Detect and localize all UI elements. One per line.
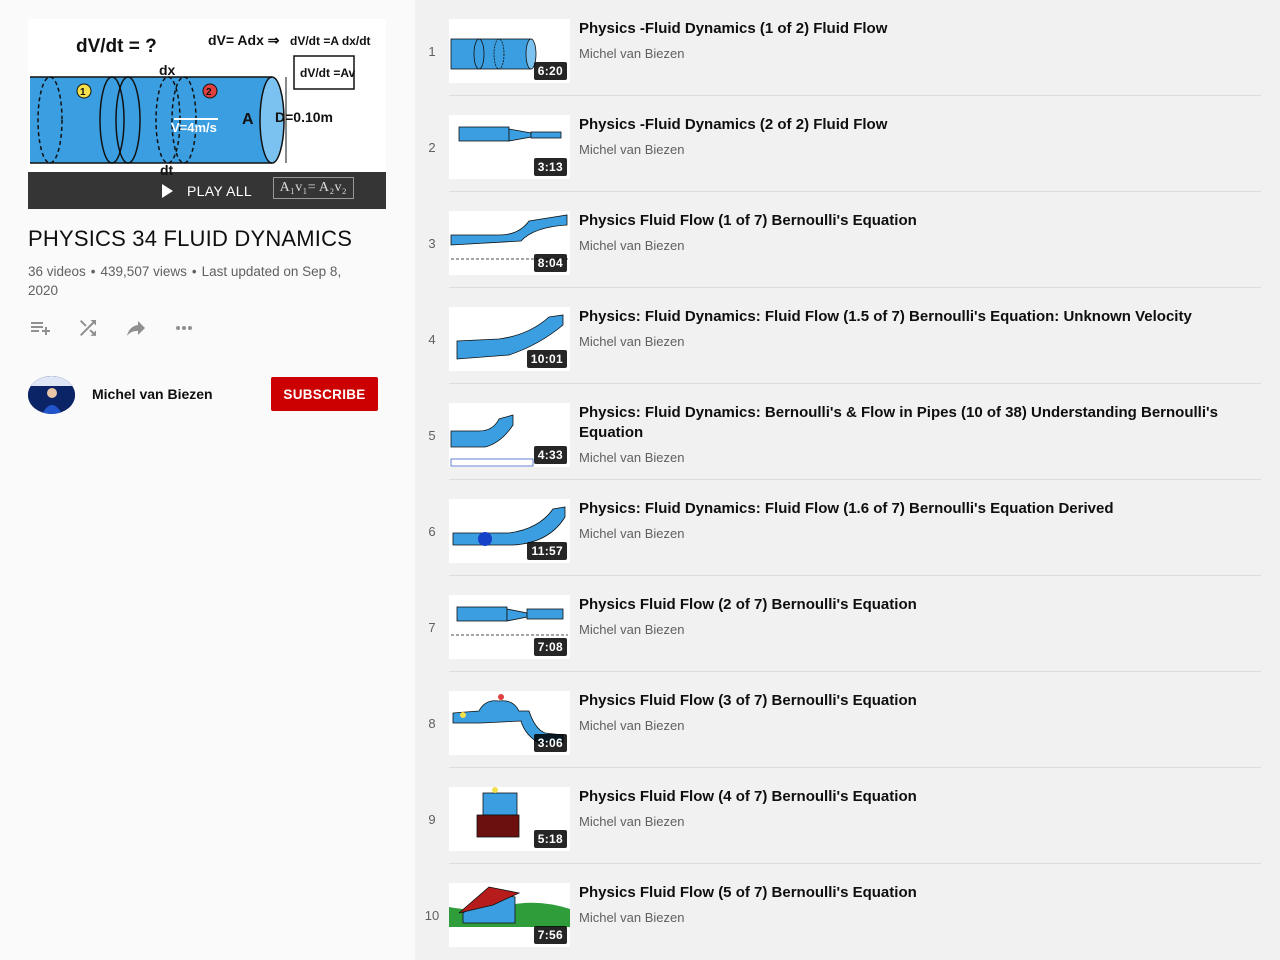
channel-name[interactable]: Michel van Biezen [92,386,213,402]
video-duration: 5:18 [533,830,567,848]
shuffle-icon [80,320,96,336]
video-channel[interactable]: Michel van Biezen [579,814,685,829]
video-index: 9 [428,812,436,827]
video-thumbnail[interactable]: 11:57 [449,499,570,563]
hero-dx: dx [159,62,176,78]
video-channel[interactable]: Michel van Biezen [579,450,685,465]
video-index: 4 [428,332,436,347]
more-button[interactable] [172,316,220,340]
video-thumbnail[interactable]: 10:01 [449,307,570,371]
video-index: 10 [424,908,440,923]
video-title[interactable]: Physics: Fluid Dynamics: Fluid Flow (1.6… [579,499,1229,519]
video-channel[interactable]: Michel van Biezen [579,622,685,637]
video-channel[interactable]: Michel van Biezen [579,238,685,253]
avatar-image [28,376,75,414]
video-title[interactable]: Physics -Fluid Dynamics (1 of 2) Fluid F… [579,19,1229,39]
video-title[interactable]: Physics Fluid Flow (4 of 7) Bernoulli's … [579,787,1229,807]
video-thumbnail[interactable]: 3:13 [449,115,570,179]
video-index: 7 [428,620,436,635]
playlist-video-row[interactable]: 8 3:06 Physics Fluid Flow (3 of 7) Berno… [415,672,1261,768]
playlist-title: PHYSICS 34 FLUID DYNAMICS [28,226,353,251]
play-icon [162,183,174,198]
video-title[interactable]: Physics: Fluid Dynamics: Fluid Flow (1.5… [579,307,1229,327]
video-channel[interactable]: Michel van Biezen [579,46,685,61]
playlist-owner: Michel van Biezen SUBSCRIBE [28,376,378,414]
video-thumbnail[interactable]: 3:06 [449,691,570,755]
playlist-video-row[interactable]: 6 11:57 Physics: Fluid Dynamics: Fluid F… [415,480,1261,576]
video-index: 5 [428,428,436,443]
video-index: 2 [428,140,436,155]
playlist-video-row[interactable]: 9 5:18 Physics Fluid Flow (4 of 7) Berno… [415,768,1261,864]
video-channel[interactable]: Michel van Biezen [579,526,685,541]
subscribe-button[interactable]: SUBSCRIBE [271,377,378,411]
video-channel[interactable]: Michel van Biezen [579,910,685,925]
video-duration: 6:20 [533,62,567,80]
video-duration: 4:33 [533,446,567,464]
playlist-video-row[interactable]: 10 7:56 Physics Fluid Flow (5 of 7) Bern… [415,864,1261,960]
hero-q: dV/dt = ? [76,36,157,57]
video-thumbnail[interactable]: 7:08 [449,595,570,659]
video-title[interactable]: Physics -Fluid Dynamics (2 of 2) Fluid F… [579,115,1229,135]
playlist-sidebar: dV/dt = ? dV= Adx ⇒ dV/dt =A dx/dt dV/dt… [0,0,415,960]
play-all-label: PLAY ALL [187,182,252,199]
video-thumbnail[interactable]: 4:33 [449,403,570,467]
video-channel[interactable]: Michel van Biezen [579,142,685,157]
video-duration: 8:04 [533,254,567,272]
video-title[interactable]: Physics Fluid Flow (5 of 7) Bernoulli's … [579,883,1229,903]
hero-p1: 1 [80,87,86,98]
hero-p2: 2 [206,87,212,98]
video-thumbnail[interactable]: 6:20 [449,19,570,83]
playlist-actions [28,316,220,340]
playlist-video-row[interactable]: 3 8:04 Physics Fluid Flow (1 of 7) Berno… [415,192,1261,288]
video-count: 36 videos [28,264,86,279]
hero-f1: dV= Adx ⇒ [208,32,280,48]
hero-d: D=0.10m [275,109,333,125]
playlist-video-row[interactable]: 7 7:08 Physics Fluid Flow (2 of 7) Berno… [415,576,1261,672]
video-index: 8 [428,716,436,731]
video-index: 1 [428,44,436,59]
view-count: 439,507 views [100,264,187,279]
playlist-add-icon [31,322,50,335]
playlist-video-row[interactable]: 5 4:33 Physics: Fluid Dynamics: Bernoull… [415,384,1261,480]
playlist-stats: 36 videos • 439,507 views • Last updated on … [28,264,342,298]
video-duration: 3:06 [533,734,567,752]
channel-avatar[interactable] [28,376,75,414]
video-duration: 7:56 [533,926,567,944]
share-button[interactable] [124,316,172,340]
more-horiz-icon [176,326,192,330]
hero-equation: A₁v₁= A₂v₂ [272,177,354,199]
hero-f3: dV/dt =Av [300,66,356,80]
playlist-video-row[interactable]: 4 10:01 Physics: Fluid Dynamics: Fluid F… [415,288,1261,384]
playlist-hero-thumbnail[interactable]: dV/dt = ? dV= Adx ⇒ dV/dt =A dx/dt dV/dt… [28,19,386,209]
video-index: 3 [428,236,436,251]
video-thumbnail[interactable]: 8:04 [449,211,570,275]
play-all-button[interactable]: PLAY ALL A₁v₁= A₂v₂ [28,172,386,209]
video-thumbnail[interactable]: 7:56 [449,883,570,947]
add-to-queue-button[interactable] [28,316,76,340]
video-duration: 10:01 [526,350,567,368]
video-thumbnail[interactable]: 5:18 [449,787,570,851]
playlist-video-row[interactable]: 1 6:20 Physics -Fluid Dynamics (1 of 2) … [415,0,1261,96]
hero-f2: dV/dt =A dx/dt [290,34,371,48]
video-channel[interactable]: Michel van Biezen [579,334,685,349]
video-duration: 11:57 [527,542,567,560]
video-title[interactable]: Physics: Fluid Dynamics: Bernoulli's & F… [579,403,1229,443]
playlist-video-list: 1 6:20 Physics -Fluid Dynamics (1 of 2) … [415,0,1280,960]
video-duration: 3:13 [533,158,567,176]
share-icon [127,321,145,336]
video-title[interactable]: Physics Fluid Flow (2 of 7) Bernoulli's … [579,595,1229,615]
video-index: 6 [428,524,436,539]
video-title[interactable]: Physics Fluid Flow (3 of 7) Bernoulli's … [579,691,1229,711]
video-duration: 7:08 [533,638,567,656]
playlist-video-row[interactable]: 2 3:13 Physics -Fluid Dynamics (2 of 2) … [415,96,1261,192]
hero-a: A [242,111,254,128]
hero-v: V=4m/s [171,120,217,135]
video-title[interactable]: Physics Fluid Flow (1 of 7) Bernoulli's … [579,211,1229,231]
video-channel[interactable]: Michel van Biezen [579,718,685,733]
shuffle-button[interactable] [76,316,124,340]
